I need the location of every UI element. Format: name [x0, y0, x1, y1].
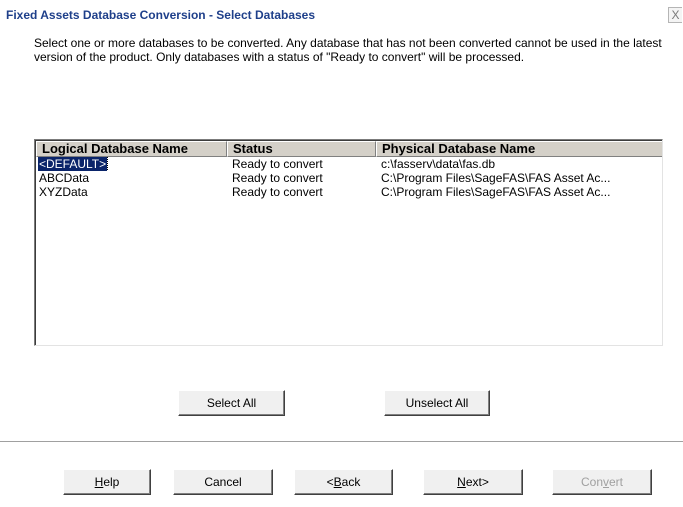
close-icon: X: [671, 8, 680, 22]
column-header-logical-name[interactable]: Logical Database Name: [36, 141, 227, 157]
divider: [0, 441, 683, 443]
status-cell: Ready to convert: [232, 157, 323, 171]
column-header-physical-name[interactable]: Physical Database Name: [376, 141, 662, 157]
physical-name-cell: C:\Program Files\SageFAS\FAS Asset Ac...: [381, 171, 611, 185]
unselect-all-button[interactable]: Unselect All: [384, 390, 490, 416]
cancel-button[interactable]: Cancel: [173, 469, 273, 495]
physical-name-cell: c:\fasserv\data\fas.db: [381, 157, 496, 171]
status-cell: Ready to convert: [232, 171, 323, 185]
column-header-status[interactable]: Status: [227, 141, 376, 157]
logical-name-cell: ABCData: [39, 171, 90, 185]
physical-name-cell: C:\Program Files\SageFAS\FAS Asset Ac...: [381, 185, 611, 199]
table-row[interactable]: ABCData Ready to convert C:\Program File…: [36, 171, 662, 185]
close-button[interactable]: X: [668, 7, 682, 23]
next-button[interactable]: Next>: [423, 469, 523, 495]
help-button[interactable]: Help: [63, 469, 151, 495]
status-cell: Ready to convert: [232, 185, 323, 199]
select-all-button[interactable]: Select All: [178, 390, 285, 416]
back-button[interactable]: <Back: [294, 469, 393, 495]
title-bar: Fixed Assets Database Conversion - Selec…: [0, 0, 683, 28]
table-row[interactable]: <DEFAULT> Ready to convert c:\fasserv\da…: [36, 157, 662, 171]
instructions-text: Select one or more databases to be conve…: [34, 36, 662, 64]
logical-name-cell: XYZData: [39, 185, 88, 199]
list-header: Logical Database Name Status Physical Da…: [36, 141, 662, 157]
table-row[interactable]: XYZData Ready to convert C:\Program File…: [36, 185, 662, 199]
logical-name-cell: <DEFAULT>: [38, 157, 109, 171]
convert-button[interactable]: Convert: [552, 469, 652, 495]
window-title: Fixed Assets Database Conversion - Selec…: [6, 8, 316, 22]
database-list[interactable]: Logical Database Name Status Physical Da…: [34, 139, 663, 346]
